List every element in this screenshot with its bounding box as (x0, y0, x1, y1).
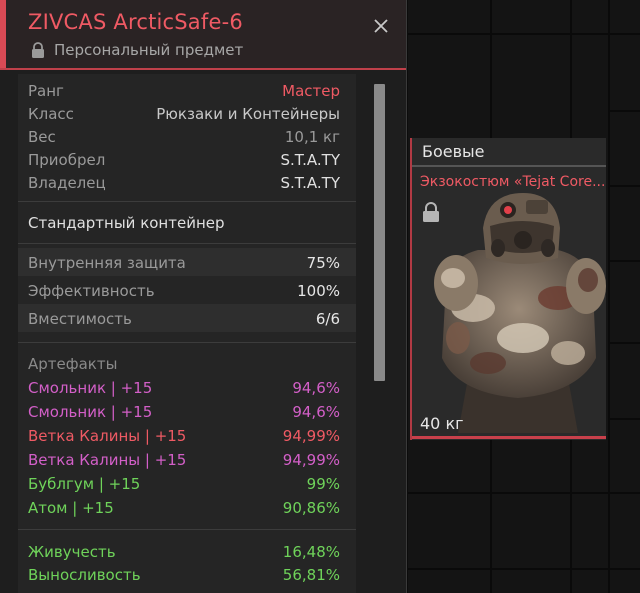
card-weight: 40 кг (420, 414, 464, 433)
bonus-value: 16,48% (282, 543, 340, 561)
artifact-name: Бублгум | +15 (28, 475, 141, 493)
artifact-row: Атом | +15 90,86% (28, 499, 340, 521)
grid-line (608, 0, 610, 593)
artifact-row: Бублгум | +15 99% (28, 475, 340, 497)
stat-label: Внутренняя защита (28, 254, 186, 272)
artifacts-header: Артефакты (28, 355, 340, 377)
stat-value: 100% (297, 282, 340, 300)
artifact-value: 94,6% (292, 403, 340, 421)
info-value: Мастер (282, 82, 340, 100)
artifact-value: 94,99% (282, 427, 340, 445)
grid-line (610, 185, 640, 187)
card-rarity-bar (412, 436, 606, 439)
stat-value: 6/6 (315, 310, 340, 328)
item-subtitle: Персональный предмет (54, 41, 244, 59)
grid-line (408, 492, 640, 494)
info-value: 10,1 кг (284, 128, 340, 146)
artifact-value: 94,6% (292, 379, 340, 397)
info-label: Вес (28, 128, 56, 146)
grid-line (610, 110, 640, 112)
container-type: Стандартный контейнер (28, 214, 225, 232)
info-label: Приобрел (28, 151, 106, 169)
rarity-accent (0, 0, 6, 68)
grid-line (570, 0, 572, 138)
stat-label: Эффективность (28, 282, 155, 300)
artifact-row: Ветка Калины | +15 94,99% (28, 451, 340, 473)
grid-line (490, 0, 492, 138)
grid-line (490, 440, 492, 593)
container-type-row: Стандартный контейнер (28, 214, 340, 236)
artifact-name: Смольник | +15 (28, 379, 153, 397)
card-divider (412, 165, 606, 167)
stat-value: 75% (306, 254, 340, 272)
scrollbar-thumb[interactable] (374, 84, 385, 381)
artifacts-label: Артефакты (28, 355, 118, 373)
bonus-name: Живучесть (28, 543, 116, 561)
info-row-owner: Владелец S.T.A.TY (28, 174, 340, 196)
info-label: Класс (28, 105, 74, 123)
artifact-row: Смольник | +15 94,6% (28, 403, 340, 425)
info-label: Ранг (28, 82, 64, 100)
artifact-name: Ветка Калины | +15 (28, 451, 187, 469)
grid-line (408, 568, 640, 570)
artifact-row: Ветка Калины | +15 94,99% (28, 427, 340, 449)
artifact-value: 99% (306, 475, 340, 493)
grid-line (570, 440, 572, 593)
divider (18, 342, 356, 343)
tooltip-body: Ранг Мастер Класс Рюкзаки и Контейнеры В… (18, 74, 356, 593)
info-value: S.T.A.TY (280, 174, 340, 192)
lock-icon (423, 202, 439, 222)
info-row-class: Класс Рюкзаки и Контейнеры (28, 105, 340, 127)
lock-icon (32, 42, 44, 58)
info-value: Рюкзаки и Контейнеры (156, 105, 340, 123)
card-item-name: Экзокостюм «Tejat Core... (420, 174, 604, 190)
divider (18, 201, 356, 202)
grid-line (610, 260, 640, 262)
bonus-row: Живучесть 16,48% (28, 543, 340, 565)
stat-row-protection: Внутренняя защита 75% (28, 254, 340, 276)
info-row-rank: Ранг Мастер (28, 82, 340, 104)
card-category: Боевые (422, 142, 485, 161)
bonus-value: 56,81% (282, 566, 340, 584)
item-tooltip: ZIVCAS ArcticSafe-6 Персональный предмет… (0, 0, 407, 593)
info-value: S.T.A.TY (280, 151, 340, 169)
stat-label: Вместимость (28, 310, 132, 328)
divider (18, 243, 356, 244)
stat-row-capacity: Вместимость 6/6 (28, 310, 340, 332)
bonus-name: Выносливость (28, 566, 141, 584)
grid-line (408, 33, 640, 35)
close-icon[interactable] (372, 17, 390, 35)
divider (18, 529, 356, 530)
artifact-value: 94,99% (282, 451, 340, 469)
bonus-row: Выносливость 56,81% (28, 566, 340, 588)
stat-row-efficiency: Эффективность 100% (28, 282, 340, 304)
artifact-name: Смольник | +15 (28, 403, 153, 421)
exosuit-image (434, 193, 606, 433)
artifact-value: 90,86% (282, 499, 340, 517)
info-row-buyer: Приобрел S.T.A.TY (28, 151, 340, 173)
grid-line (610, 418, 640, 420)
artifact-name: Ветка Калины | +15 (28, 427, 187, 445)
artifact-name: Атом | +15 (28, 499, 114, 517)
artifact-row: Смольник | +15 94,6% (28, 379, 340, 401)
tooltip-header: ZIVCAS ArcticSafe-6 Персональный предмет (0, 0, 406, 70)
item-card[interactable]: Боевые Экзокостюм «Tejat Core... 40 кг (410, 138, 606, 440)
info-label: Владелец (28, 174, 106, 192)
item-title: ZIVCAS ArcticSafe-6 (28, 10, 243, 34)
grid-line (610, 342, 640, 344)
info-row-weight: Вес 10,1 кг (28, 128, 340, 150)
